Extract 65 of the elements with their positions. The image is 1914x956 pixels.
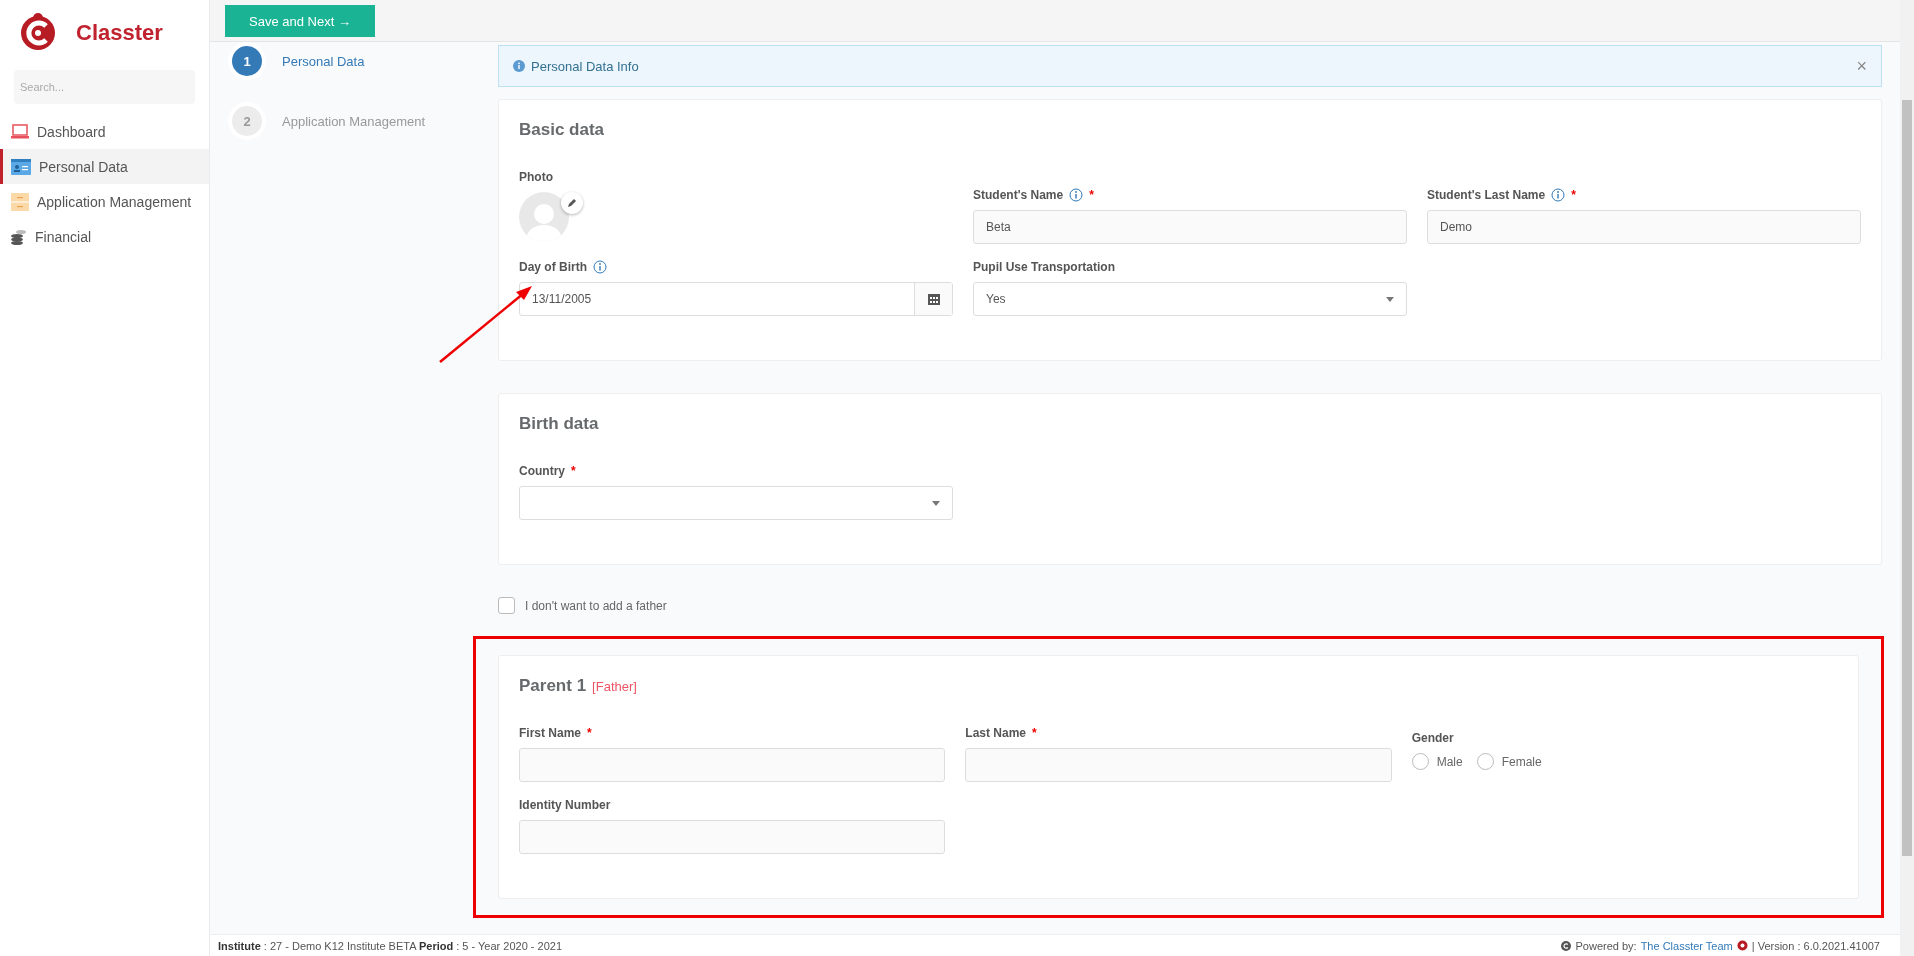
field-label: Student's Name: [973, 188, 1064, 202]
caret-icon: [932, 500, 940, 506]
field-label: Gender: [1411, 731, 1454, 745]
scrollbar[interactable]: [1900, 0, 1914, 956]
text-input[interactable]: [965, 748, 1392, 782]
field-label: Pupil Use Transportation: [973, 260, 1116, 274]
version-text: | Version : 6.0.2021.41007: [1751, 939, 1880, 952]
menu-item[interactable]: Financial: [0, 219, 209, 254]
section-title: Parent 1: [519, 676, 587, 696]
field-label: Student's Last Name: [1427, 188, 1546, 202]
menu-item[interactable]: Personal Data: [0, 149, 209, 184]
text-input[interactable]: [519, 748, 946, 782]
menu-item[interactable]: Dashboard: [0, 114, 209, 149]
radio-button[interactable]: [1411, 753, 1429, 770]
logo-icon: [1736, 940, 1748, 951]
text-input[interactable]: Beta: [973, 210, 1407, 244]
checkbox-option[interactable]: I don't want to add a father: [498, 597, 1882, 614]
section-title: Birth data: [519, 414, 599, 434]
required-mark: *: [1089, 188, 1094, 202]
text-input[interactable]: Demo: [1427, 210, 1861, 244]
coins-icon: [11, 228, 27, 245]
radio-button[interactable]: [1476, 753, 1494, 770]
radio-option[interactable]: Female: [1476, 753, 1542, 770]
required-mark: *: [1571, 188, 1576, 202]
alert-text: Personal Data Info: [531, 58, 639, 74]
select-dropdown[interactable]: Yes: [973, 282, 1407, 316]
info-icon: [513, 60, 525, 72]
field-label: Photo: [519, 170, 553, 184]
checkbox[interactable]: [498, 597, 515, 614]
date-input[interactable]: 13/11/2005: [519, 282, 953, 316]
required-mark: *: [1032, 726, 1037, 740]
step-number: 1: [232, 46, 262, 76]
team-link[interactable]: The Classter Team: [1640, 939, 1733, 952]
field-label: Day of Birth: [519, 260, 587, 274]
parent-tag: [Father]: [592, 679, 637, 694]
step-label: Personal Data: [282, 53, 365, 69]
calendar-button[interactable]: [914, 283, 952, 315]
search-field[interactable]: Search...: [14, 70, 195, 104]
brand-name: Classter: [76, 20, 163, 46]
copyright-icon: [1561, 940, 1572, 951]
drawer-icon: [11, 192, 29, 211]
required-mark: *: [587, 726, 592, 740]
text-input[interactable]: [519, 820, 946, 854]
wizard-step[interactable]: 1 Personal Data: [232, 46, 498, 76]
field-label: Identity Number: [519, 798, 611, 812]
calendar-icon: [927, 293, 940, 305]
monitor-icon: [11, 123, 29, 140]
field-label: First Name: [519, 726, 582, 740]
section-title: Basic data: [519, 120, 605, 140]
avatar-silhouette: [519, 192, 569, 242]
edit-photo-button[interactable]: [561, 192, 583, 214]
step-label: Application Management: [282, 113, 426, 129]
id-card-icon: [11, 158, 31, 175]
powered-by: Powered by:: [1575, 939, 1637, 952]
select-dropdown[interactable]: [519, 486, 953, 520]
field-label: Country: [519, 464, 565, 478]
field-label: Last Name: [965, 726, 1027, 740]
required-mark: *: [571, 464, 576, 478]
step-number: 2: [232, 106, 262, 136]
institute-info: Institute : 27 - Demo K12 Institute BETA Period : 5 - Year 2020 - 2021: [218, 939, 563, 952]
caret-icon: [1386, 296, 1394, 302]
logo-icon: [18, 13, 58, 53]
pencil-icon: [567, 198, 577, 208]
radio-option[interactable]: Male: [1411, 753, 1463, 770]
menu-item[interactable]: Application Management: [0, 184, 209, 219]
